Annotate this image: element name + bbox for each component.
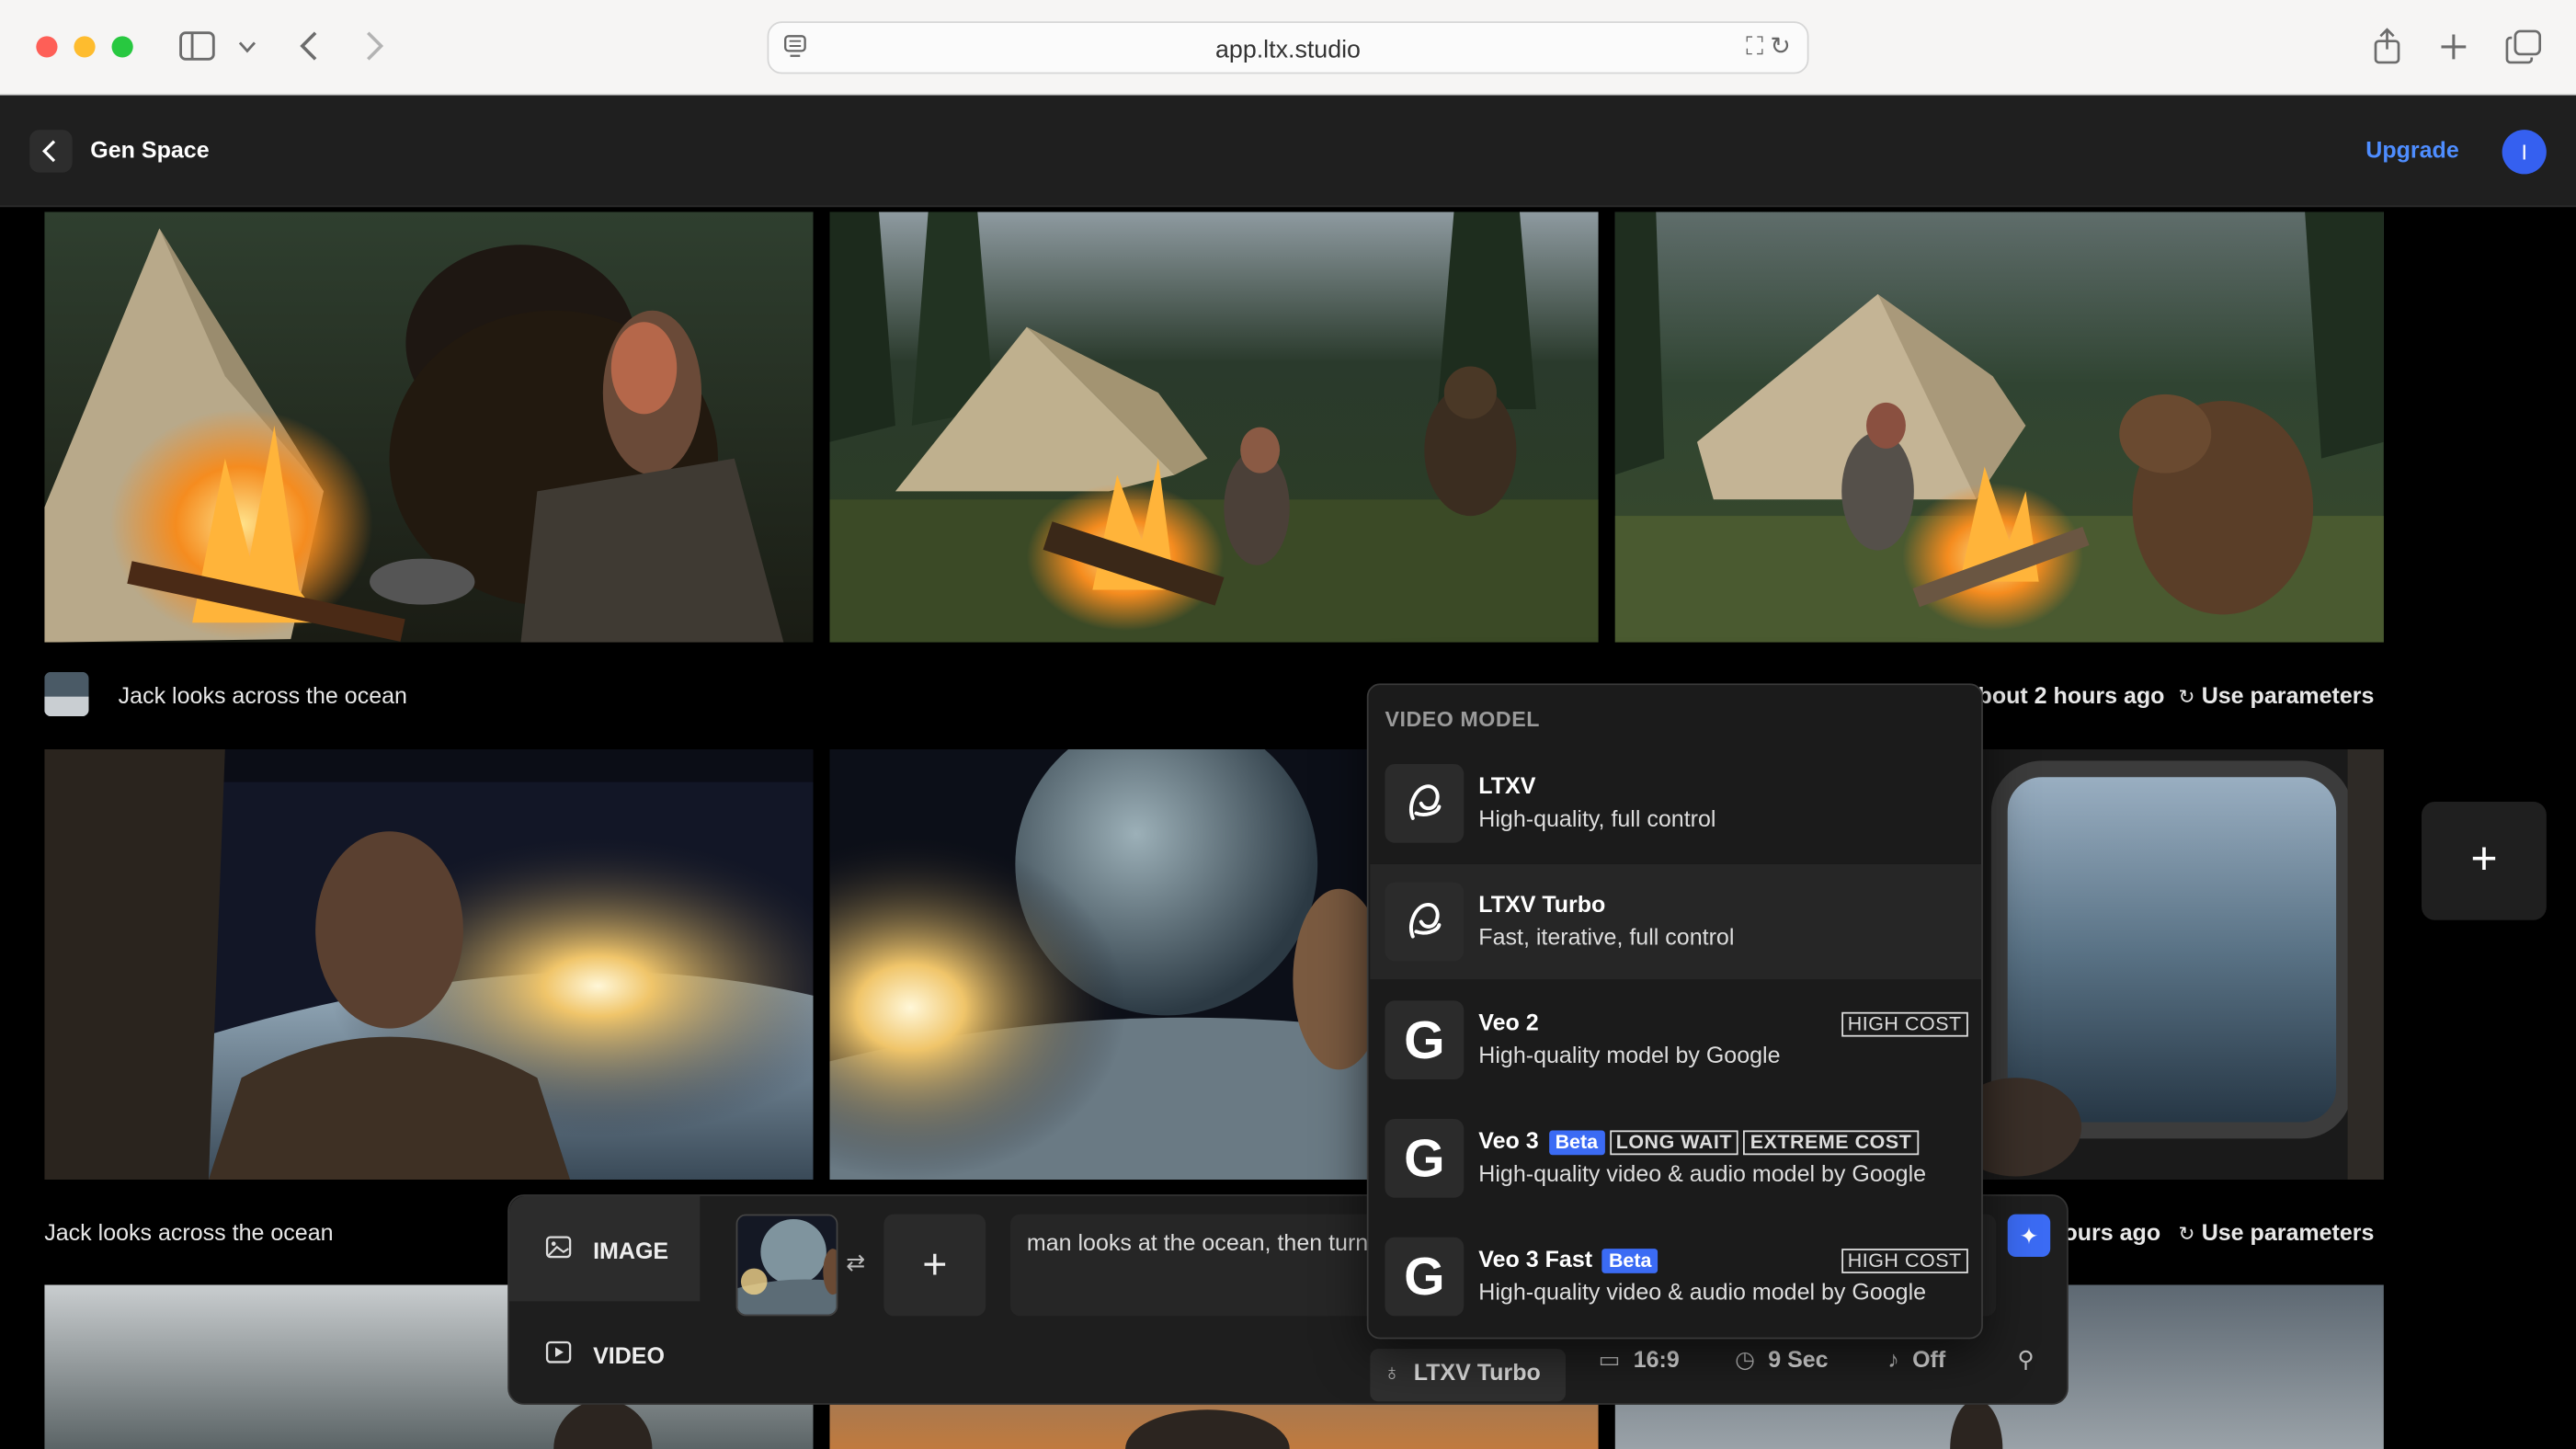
model-option-ltxv[interactable]: LTXV High-quality, full control (1370, 746, 1981, 861)
use-parameters-label: Use parameters (2201, 681, 2375, 709)
audio-toggle[interactable]: ♪ Off (1887, 1346, 1945, 1373)
video-icon (545, 1341, 572, 1363)
sparkle-icon: ✦ (2019, 1222, 2039, 1249)
cost-tag: HIGH COST (1841, 1011, 1968, 1037)
model-name: Veo 3 (1478, 1126, 1539, 1154)
tab-overview-icon[interactable] (2505, 29, 2542, 64)
row-thumbnail (44, 671, 89, 717)
audio-label: Off (1912, 1345, 1946, 1373)
model-option-veo-3-fast[interactable]: G Veo 3 Fast Beta HIGH COST High-quality … (1370, 1219, 1981, 1334)
ltx-logo-icon (1385, 882, 1465, 962)
gallery-image[interactable] (829, 748, 1369, 1181)
wait-tag: LONG WAIT (1609, 1130, 1739, 1156)
forward-arrow-icon[interactable] (365, 31, 384, 61)
ltx-logo-icon: ♁ (1383, 1358, 1401, 1386)
chevron-down-icon[interactable] (238, 41, 256, 54)
sidebar-toggle-icon[interactable] (179, 31, 215, 61)
row-caption: Jack looks across the ocean (118, 681, 407, 709)
gallery-image[interactable] (1614, 211, 2384, 643)
reference-image[interactable] (735, 1214, 838, 1317)
enhance-prompt-button[interactable]: ✦ (2007, 1214, 2051, 1258)
cost-tag: EXTREME COST (1743, 1130, 1919, 1156)
aspect-ratio-label: 16:9 (1633, 1345, 1680, 1373)
model-selector[interactable]: ♁ LTXV Turbo (1370, 1349, 1567, 1402)
model-name-row: Veo 3 Beta LONG WAIT EXTREME COST (1478, 1126, 1919, 1156)
duration-label: 9 Sec (1768, 1345, 1829, 1373)
app-header: Gen Space Upgrade I (0, 95, 2576, 208)
row-caption: Jack looks across the ocean (44, 1218, 334, 1246)
beta-badge: Beta (1601, 1249, 1658, 1273)
translate-icon[interactable]: ⛶ (1746, 33, 1763, 61)
model-option-veo-2[interactable]: G Veo 2 HIGH COST High-quality model by … (1370, 983, 1981, 1098)
url-text: app.ltx.studio (1215, 36, 1361, 64)
model-tags: HIGH COST (1836, 1009, 1968, 1038)
mode-image-label: IMAGE (593, 1237, 669, 1264)
cost-tag: HIGH COST (1841, 1249, 1968, 1273)
dropdown-heading: VIDEO MODEL (1385, 706, 1540, 732)
swap-icon[interactable]: ⇄ (846, 1249, 865, 1276)
reuse-icon: ↻ (2178, 685, 2195, 709)
use-parameters-label: Use parameters (2201, 1218, 2375, 1246)
page-title: Gen Space (90, 136, 210, 163)
add-generation-button[interactable]: + (2422, 802, 2547, 920)
new-tab-icon[interactable] (2440, 33, 2468, 61)
link-icon: ⚲ (2017, 1345, 2035, 1373)
model-name: Veo 2 (1478, 1009, 1539, 1035)
browser-toolbar: app.ltx.studio ⛶ ↻ (0, 0, 2576, 96)
model-description: Fast, iterative, full control (1478, 923, 1735, 950)
gallery-image[interactable] (829, 211, 1599, 643)
model-name: Veo 3 Fast (1478, 1245, 1593, 1272)
aspect-ratio-icon: ▭ (1598, 1345, 1621, 1373)
back-arrow-icon[interactable] (299, 31, 318, 61)
chevron-left-icon (41, 140, 56, 163)
google-g-icon: G (1385, 1118, 1465, 1198)
mode-video-label: VIDEO (593, 1341, 665, 1369)
add-reference-button[interactable]: + (883, 1214, 986, 1317)
reload-icon[interactable]: ↻ (1770, 33, 1790, 61)
address-bar[interactable]: app.ltx.studio ⛶ ↻ (767, 21, 1809, 74)
share-icon[interactable] (2371, 28, 2404, 64)
duration-selector[interactable]: ◷ 9 Sec (1735, 1346, 1829, 1374)
clock-icon: ◷ (1735, 1345, 1755, 1373)
mode-image-tab[interactable]: IMAGE (508, 1195, 701, 1302)
mode-video-tab[interactable]: VIDEO (509, 1301, 700, 1406)
gallery-image[interactable] (44, 748, 814, 1181)
minimize-window-button[interactable] (74, 36, 96, 58)
beta-badge: Beta (1548, 1130, 1605, 1156)
gallery-image[interactable] (1982, 748, 2384, 1181)
close-window-button[interactable] (36, 36, 58, 58)
row-timestamp: ours ago (2063, 1218, 2161, 1246)
gallery-image[interactable] (44, 211, 814, 643)
image-icon (545, 1236, 572, 1259)
model-option-veo-3[interactable]: G Veo 3 Beta LONG WAIT EXTREME COST High-qu… (1370, 1101, 1981, 1215)
upgrade-button[interactable]: Upgrade (2365, 136, 2458, 163)
reuse-icon: ↻ (2178, 1222, 2195, 1246)
prompt-text: man looks at the ocean, then turn (1026, 1228, 1369, 1256)
model-tags: HIGH COST (1836, 1246, 1968, 1275)
model-description: High-quality, full control (1478, 804, 1716, 832)
ltx-logo-icon (1385, 763, 1465, 843)
model-name: LTXV Turbo (1478, 890, 1606, 918)
google-g-icon: G (1385, 1000, 1465, 1080)
avatar[interactable]: I (2502, 130, 2547, 175)
zoom-window-button[interactable] (111, 36, 133, 58)
use-parameters-button[interactable]: ↻ Use parameters (2179, 1219, 2375, 1246)
translate-reload-icons[interactable]: ⛶ ↻ (1746, 31, 1791, 61)
model-name: LTXV (1478, 771, 1536, 799)
model-name-row: Veo 3 Fast Beta (1478, 1246, 1658, 1273)
model-description: High-quality model by Google (1478, 1041, 1781, 1068)
link-settings-button[interactable]: ⚲ (2017, 1346, 2047, 1374)
video-model-dropdown: VIDEO MODEL LTXV High-quality, full cont… (1366, 683, 1983, 1340)
model-description: High-quality video & audio model by Goog… (1478, 1278, 1927, 1305)
audio-off-icon: ♪ (1887, 1345, 1899, 1373)
use-parameters-button[interactable]: ↻ Use parameters (2179, 682, 2375, 709)
google-g-icon: G (1385, 1237, 1465, 1317)
aspect-ratio-selector[interactable]: ▭ 16:9 (1599, 1346, 1680, 1374)
model-selector-label: LTXV Turbo (1413, 1358, 1541, 1386)
back-button[interactable] (29, 130, 73, 173)
row-timestamp: bout 2 hours ago (1978, 681, 2165, 709)
model-description: High-quality video & audio model by Goog… (1478, 1159, 1927, 1187)
model-option-ltxv-turbo[interactable]: LTXV Turbo Fast, iterative, full control (1370, 863, 1982, 980)
